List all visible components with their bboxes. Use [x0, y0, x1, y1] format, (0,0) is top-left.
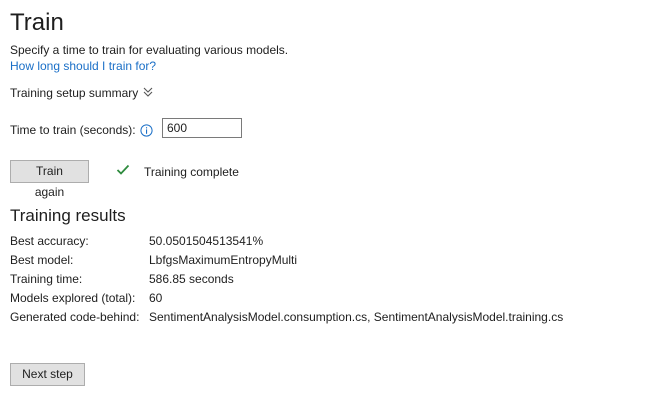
help-link[interactable]: How long should I train for? [10, 58, 156, 74]
training-status: Training complete [116, 164, 239, 180]
checkmark-icon [116, 164, 130, 180]
result-row-best-accuracy: Best accuracy: 50.0501504513541% [10, 231, 563, 250]
page-description: Specify a time to train for evaluating v… [10, 43, 289, 57]
time-to-train-label: Time to train (seconds): [10, 123, 136, 137]
result-label: Best model: [10, 252, 74, 267]
result-label: Best accuracy: [10, 233, 89, 248]
training-status-text: Training complete [144, 165, 239, 179]
info-icon[interactable] [140, 123, 153, 137]
result-value: 60 [149, 290, 163, 305]
result-label: Models explored (total): [10, 290, 136, 305]
result-value: SentimentAnalysisModel.consumption.cs, S… [149, 309, 564, 324]
next-step-button[interactable]: Next step [10, 363, 85, 386]
result-row-generated-code: Generated code-behind: SentimentAnalysis… [10, 307, 563, 326]
result-label: Generated code-behind: [10, 309, 140, 324]
result-value: 586.85 seconds [149, 271, 234, 286]
training-results-table: Best accuracy: 50.0501504513541% Best mo… [10, 231, 563, 326]
training-setup-summary-label: Training setup summary [10, 86, 139, 100]
result-label: Training time: [10, 271, 83, 286]
result-value: LbfgsMaximumEntropyMulti [149, 252, 298, 267]
double-chevron-down-icon [142, 85, 154, 101]
train-again-button[interactable]: Train again [10, 160, 89, 199]
time-to-train-input[interactable] [162, 118, 242, 138]
time-to-train-row: Time to train (seconds): [10, 122, 153, 138]
result-value: 50.0501504513541% [149, 233, 264, 248]
result-row-models-explored: Models explored (total): 60 [10, 288, 563, 307]
page-title: Train [10, 9, 64, 36]
training-results-title: Training results [10, 206, 126, 225]
result-row-training-time: Training time: 586.85 seconds [10, 269, 563, 288]
training-setup-summary-toggle[interactable]: Training setup summary [10, 85, 154, 101]
result-row-best-model: Best model: LbfgsMaximumEntropyMulti [10, 250, 563, 269]
